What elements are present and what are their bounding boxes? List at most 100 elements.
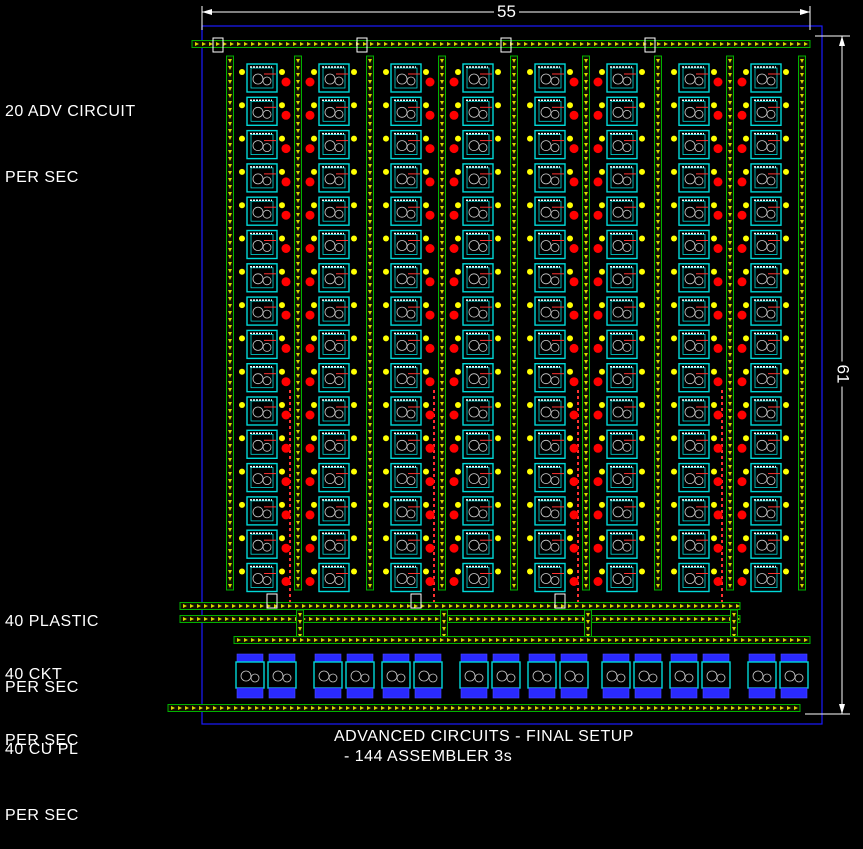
gear-icon — [478, 209, 488, 219]
gear-icon — [324, 439, 336, 451]
gear-icon — [756, 306, 768, 318]
gear-icon — [468, 406, 480, 418]
gear-icon — [540, 339, 552, 351]
gear-icon — [478, 509, 488, 519]
assembler — [527, 496, 579, 526]
power-pole — [425, 244, 435, 253]
inserter — [743, 102, 749, 109]
inserter — [599, 102, 605, 109]
power-pole — [713, 277, 723, 287]
inserter — [743, 568, 749, 575]
assembler — [737, 363, 789, 393]
power-pole — [449, 77, 459, 87]
gear-icon — [550, 243, 560, 252]
assembler — [383, 462, 435, 493]
adv-circuit-label-line2: PER SEC — [5, 169, 79, 186]
gear-icon — [324, 273, 336, 285]
gear-icon — [396, 406, 408, 418]
cu-label-line1: 40 CU PL — [5, 741, 79, 758]
inserter — [279, 168, 285, 175]
inserter — [743, 168, 749, 175]
gear-icon — [324, 106, 336, 118]
power-pole — [281, 477, 291, 487]
assembler — [383, 496, 435, 526]
power-pole — [593, 377, 603, 387]
inserter — [311, 168, 317, 175]
lower-assembler — [779, 653, 809, 699]
inserter — [639, 368, 645, 375]
assembler — [671, 529, 723, 559]
gear-icon — [540, 439, 552, 451]
inserter — [383, 268, 389, 275]
assembler — [671, 96, 723, 127]
power-pole — [593, 543, 603, 553]
gear-icon — [684, 539, 696, 551]
assembler — [737, 429, 789, 459]
gear-icon — [350, 670, 362, 682]
gear-icon — [550, 376, 560, 386]
inserter — [743, 135, 749, 142]
power-pole — [281, 577, 291, 586]
collector-belt-lower — [179, 615, 741, 623]
gear-icon — [756, 273, 768, 285]
inserter — [743, 302, 749, 309]
power-pole — [713, 310, 723, 320]
power-pole — [737, 577, 747, 586]
height-dim-arrow-top — [839, 36, 845, 46]
inserter — [527, 302, 533, 309]
inserter — [783, 402, 789, 408]
gear-icon — [262, 309, 272, 319]
inserter — [711, 268, 717, 275]
inserter — [599, 535, 605, 542]
assembler — [593, 363, 645, 393]
gear-icon — [694, 576, 704, 585]
inserter — [279, 501, 285, 508]
inserter — [599, 302, 605, 309]
assembler — [239, 496, 291, 526]
inserter — [383, 368, 389, 375]
lower-assembler — [747, 653, 777, 699]
gear-icon — [756, 73, 768, 85]
inserter — [279, 102, 285, 109]
gear-icon — [540, 240, 552, 251]
assembler — [593, 129, 645, 160]
gear-icon — [612, 306, 624, 318]
gear-icon — [324, 506, 336, 518]
chest-bottom — [314, 687, 342, 699]
lower-assembler-body — [527, 661, 557, 689]
assembler — [305, 63, 357, 93]
gear-icon — [550, 76, 560, 86]
gear-icon — [550, 576, 560, 585]
copper-input-belt — [167, 704, 801, 712]
gear-icon — [756, 539, 768, 551]
inserter — [495, 168, 501, 175]
inserter — [711, 501, 717, 508]
assembler — [305, 529, 357, 559]
assembler — [449, 363, 501, 393]
gear-icon — [262, 509, 272, 519]
inserter — [743, 535, 749, 542]
gear-icon — [766, 342, 776, 352]
power-pole — [425, 410, 435, 420]
assembler — [671, 462, 723, 493]
inserter — [567, 468, 573, 475]
inserter — [527, 368, 533, 375]
gear-icon — [756, 406, 768, 418]
inserter — [423, 69, 429, 75]
power-pole — [713, 543, 723, 553]
assembler — [449, 296, 501, 326]
gear-icon — [784, 670, 796, 682]
inserter — [495, 535, 501, 542]
chest-bottom — [268, 687, 296, 699]
gear-icon — [324, 173, 336, 185]
gear-icon — [324, 240, 336, 251]
lower-assembler-body — [345, 661, 375, 689]
gear-icon — [756, 140, 768, 152]
power-pole — [593, 210, 603, 220]
inserter — [311, 202, 317, 209]
inserter — [671, 402, 677, 408]
power-pole — [737, 477, 747, 487]
inserter — [279, 202, 285, 209]
inserter — [239, 468, 245, 475]
assembler — [239, 196, 291, 226]
